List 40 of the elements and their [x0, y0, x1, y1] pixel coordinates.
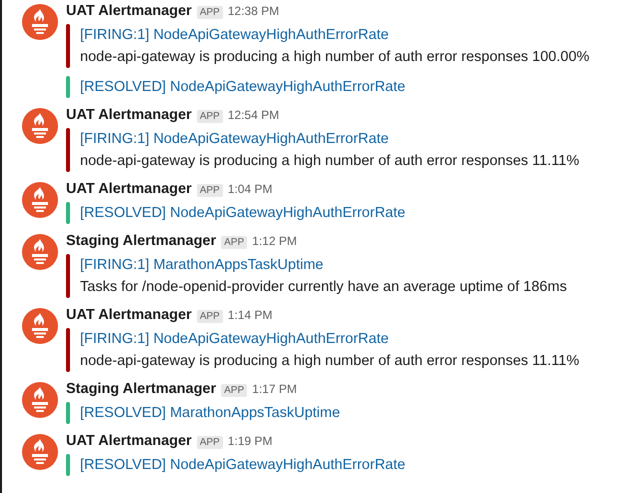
alert-link[interactable]: [RESOLVED] NodeApiGatewayHighAuthErrorRate [80, 76, 406, 98]
app-badge: APP [221, 236, 248, 249]
flame-torch-icon[interactable] [22, 4, 58, 40]
timestamp[interactable]: 1:14 PM [228, 308, 272, 322]
sender-name[interactable]: UAT Alertmanager [66, 307, 192, 323]
timestamp[interactable]: 1:12 PM [252, 234, 297, 248]
alert-description: node-api-gateway is producing a high number of auth error responses 11.11% [80, 352, 580, 371]
alert-description: node-api-gateway is producing a high number of auth error responses 100.00% [80, 48, 590, 67]
flame-torch-icon[interactable] [22, 308, 58, 344]
app-badge: APP [196, 110, 223, 123]
sender-name[interactable]: Staging Alertmanager [66, 233, 216, 249]
timestamp[interactable]: 12:38 PM [228, 4, 280, 18]
flame-torch-icon[interactable] [22, 108, 58, 144]
alert-link[interactable]: [FIRING:1] NodeApiGatewayHighAuthErrorRate [80, 24, 590, 46]
alert-link[interactable]: [FIRING:1] NodeApiGatewayHighAuthErrorRate [80, 328, 580, 350]
app-badge: APP [221, 384, 248, 397]
app-badge: APP [196, 6, 223, 19]
timestamp[interactable]: 12:54 PM [228, 108, 280, 122]
flame-torch-icon[interactable] [22, 234, 58, 270]
sender-name[interactable]: UAT Alertmanager [66, 181, 192, 197]
timestamp[interactable]: 1:04 PM [228, 182, 272, 196]
flame-torch-icon[interactable] [22, 182, 58, 218]
alert-link[interactable]: [FIRING:1] MarathonAppsTaskUptime [80, 254, 567, 276]
sender-name[interactable]: UAT Alertmanager [66, 3, 192, 19]
flame-torch-icon[interactable] [22, 382, 58, 418]
app-badge: APP [196, 436, 223, 449]
app-badge: APP [196, 310, 223, 323]
sender-name[interactable]: Staging Alertmanager [66, 381, 216, 397]
timestamp[interactable]: 1:17 PM [252, 382, 297, 396]
app-badge: APP [196, 184, 223, 197]
sender-name[interactable]: UAT Alertmanager [66, 107, 192, 123]
alert-description: node-api-gateway is producing a high number of auth error responses 11.11% [80, 152, 580, 171]
alert-link[interactable]: [RESOLVED] NodeApiGatewayHighAuthErrorRate [80, 202, 406, 224]
flame-torch-icon[interactable] [22, 434, 58, 470]
timestamp[interactable]: 1:19 PM [228, 434, 272, 448]
alert-link[interactable]: [RESOLVED] NodeApiGatewayHighAuthErrorRate [80, 454, 406, 476]
alert-link[interactable]: [FIRING:1] NodeApiGatewayHighAuthErrorRate [80, 128, 580, 150]
alert-link[interactable]: [RESOLVED] MarathonAppsTaskUptime [80, 402, 340, 424]
alert-description: Tasks for /node-openid-provider currently have an average uptime of 186ms [80, 278, 567, 297]
sender-name[interactable]: UAT Alertmanager [66, 433, 192, 449]
